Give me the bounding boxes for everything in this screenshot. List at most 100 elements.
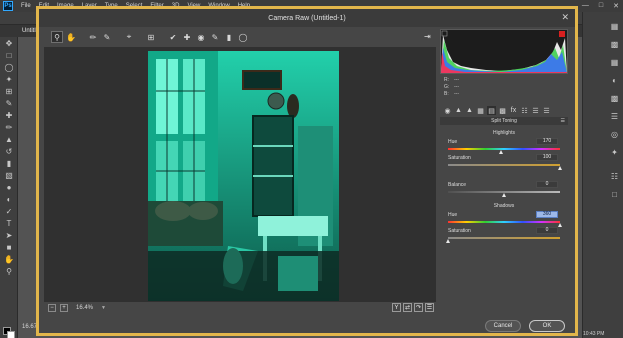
target-adjust-icon[interactable]: ⌖ (123, 31, 135, 43)
panel-menu-icon[interactable]: ☰ (561, 118, 565, 124)
libraries-panel-icon[interactable]: ▦ (610, 58, 619, 67)
spot-removal-icon[interactable]: ✚ (181, 31, 193, 43)
shadows-hue-thumb[interactable] (558, 223, 562, 227)
tone-curve-panel-icon[interactable]: ▲ (454, 106, 463, 115)
before-after-icon[interactable]: Y (392, 303, 401, 312)
dodge-icon[interactable]: ◐ (3, 194, 15, 205)
minimize-icon[interactable]: — (582, 2, 589, 10)
crop-icon[interactable]: ⊞ (3, 86, 15, 97)
move-icon[interactable]: ✥ (3, 38, 15, 49)
cancel-button[interactable]: Cancel (485, 320, 521, 332)
history-panel-icon[interactable]: □ (610, 190, 619, 199)
stamp-icon[interactable]: ▲ (3, 134, 15, 145)
close-icon[interactable]: ✕ (561, 12, 569, 23)
green-label: G: (444, 84, 450, 90)
balance-field[interactable]: 0 (536, 181, 558, 188)
blue-value: --- (454, 91, 459, 97)
highlights-hue-label: Hue (448, 139, 458, 145)
detail-panel-icon[interactable]: ▲ (465, 106, 474, 115)
panel-title: Split Toning (491, 118, 517, 124)
red-eye-icon[interactable]: ◉ (195, 31, 207, 43)
lens-corrections-panel-icon[interactable]: ▩ (498, 106, 507, 115)
balance-thumb[interactable] (502, 193, 506, 197)
hand-icon[interactable]: ✋ (3, 254, 15, 265)
photoshop-logo: Ps (3, 1, 13, 11)
camera-calibration-panel-icon[interactable]: ☷ (520, 106, 529, 115)
preview-photo[interactable] (148, 51, 339, 301)
presets-panel-icon[interactable]: ☰ (531, 106, 540, 115)
blur-icon[interactable]: ● (3, 182, 15, 193)
chevron-down-icon[interactable]: ▼ (101, 305, 106, 311)
layers-panel-icon[interactable]: ☰ (610, 112, 619, 121)
menu-file[interactable]: File (21, 3, 31, 9)
hand-icon[interactable]: ✋ (65, 31, 77, 43)
blue-label: B: (444, 91, 449, 97)
healing-icon[interactable]: ✚ (3, 110, 15, 121)
preview-settings-icon[interactable]: ☰ (425, 303, 434, 312)
paths-panel-icon[interactable]: ✦ (610, 148, 619, 157)
styles-panel-icon[interactable]: ▩ (610, 94, 619, 103)
shape-icon[interactable]: ■ (3, 242, 15, 253)
swap-icon[interactable]: ⇄ (403, 303, 412, 312)
gradient-icon[interactable]: ▧ (3, 170, 15, 181)
background-color-swatch[interactable] (7, 331, 15, 338)
shadows-saturation-thumb[interactable] (446, 239, 450, 243)
split-toning-panel-icon[interactable]: ▤ (487, 106, 496, 115)
shadows-hue-slider[interactable] (448, 221, 560, 223)
adjustments-panel-icon[interactable]: ◐ (610, 76, 619, 85)
zoom-out-button[interactable]: − (48, 303, 56, 312)
adjustment-panel-tabs: ◉ ▲ ▲ ▦ ▤ ▩ fx ☷ ☰ ☰ (440, 105, 568, 116)
zoom-icon[interactable]: ⚲ (51, 31, 63, 43)
swatches-panel-icon[interactable]: ▩ (610, 40, 619, 49)
red-label: R: (444, 77, 449, 83)
highlights-title: Highlights (493, 130, 515, 136)
basic-panel-icon[interactable]: ◉ (443, 106, 452, 115)
eyedropper-icon[interactable]: ✎ (3, 98, 15, 109)
shadows-saturation-field[interactable]: 0 (536, 227, 558, 234)
color-sampler-icon[interactable]: ✎ (101, 31, 113, 43)
properties-panel-icon[interactable]: ☷ (610, 172, 619, 181)
highlights-saturation-thumb[interactable] (558, 166, 562, 170)
export-icon[interactable]: ⇥ (424, 32, 434, 42)
effects-panel-icon[interactable]: fx (509, 106, 518, 115)
channels-panel-icon[interactable]: ◎ (610, 130, 619, 139)
maximize-icon[interactable]: □ (599, 2, 603, 10)
lasso-icon[interactable]: ◯ (3, 62, 15, 73)
brush-icon[interactable]: ✏ (3, 122, 15, 133)
ok-button[interactable]: OK (529, 320, 565, 332)
document-tab[interactable]: Untitl (22, 28, 36, 34)
straighten-icon[interactable]: ✔ (167, 31, 179, 43)
type-icon[interactable]: T (3, 218, 15, 229)
adjustment-brush-icon[interactable]: ✎ (209, 31, 221, 43)
tools-panel: ✥ □ ◯ ✦ ⊞ ✎ ✚ ✏ ▲ ↺ ▮ ▧ ● ◐ ✓ T ➤ ■ ✋ ⚲ (0, 37, 18, 338)
radial-filter-icon[interactable]: ◯ (237, 31, 249, 43)
shadows-saturation-slider[interactable] (448, 237, 560, 239)
copy-settings-icon[interactable]: ↷ (414, 303, 423, 312)
eraser-icon[interactable]: ▮ (3, 158, 15, 169)
path-select-icon[interactable]: ➤ (3, 230, 15, 241)
zoom-in-button[interactable]: + (60, 303, 68, 312)
shadows-hue-field[interactable]: 360 (536, 211, 558, 218)
status-time: 10:43 PM (583, 331, 605, 337)
zoom-icon[interactable]: ⚲ (3, 266, 15, 277)
snapshots-panel-icon[interactable]: ☰ (542, 106, 551, 115)
history-brush-icon[interactable]: ↺ (3, 146, 15, 157)
marquee-icon[interactable]: □ (3, 50, 15, 61)
preview-zoom-level[interactable]: 16.4% (76, 305, 93, 311)
magic-wand-icon[interactable]: ✦ (3, 74, 15, 85)
highlights-hue-thumb[interactable] (498, 150, 503, 154)
highlights-saturation-slider[interactable] (448, 164, 560, 166)
close-icon[interactable]: ✕ (613, 2, 619, 10)
white-balance-icon[interactable]: ✏ (87, 31, 99, 43)
dialog-title-bar: Camera Raw (Untitled-1) ✕ (39, 9, 575, 27)
crop-icon[interactable]: ⊞ (145, 31, 157, 43)
highlights-hue-field[interactable]: 170 (536, 138, 558, 145)
highlights-saturation-field[interactable]: 100 (536, 154, 558, 161)
graduated-filter-icon[interactable]: ▮ (223, 31, 235, 43)
highlights-hue-slider[interactable] (448, 148, 560, 150)
hsl-panel-icon[interactable]: ▦ (476, 106, 485, 115)
color-panel-icon[interactable]: ▦ (610, 22, 619, 31)
dialog-title: Camera Raw (Untitled-1) (268, 14, 346, 22)
interior-photo-image (148, 51, 339, 301)
pen-icon[interactable]: ✓ (3, 206, 15, 217)
